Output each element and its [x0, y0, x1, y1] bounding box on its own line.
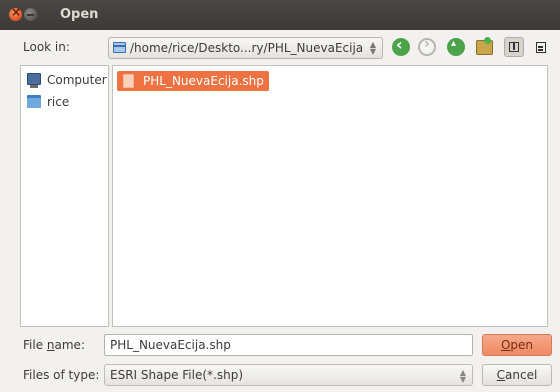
file-list[interactable]: PHL_NuevaEcija.shp [112, 65, 548, 327]
file-type-label: Files of type: [23, 368, 100, 382]
new-folder-icon[interactable] [476, 37, 493, 55]
minimize-icon[interactable] [24, 8, 37, 21]
sidebar-item-label: rice [47, 95, 70, 109]
file-icon [123, 74, 134, 88]
sidebar-item-computer[interactable]: Computer [25, 71, 107, 89]
up-icon[interactable] [447, 38, 465, 56]
home-folder-icon [27, 95, 41, 108]
back-icon[interactable] [392, 35, 410, 56]
places-sidebar: Computer rice [20, 65, 109, 327]
detail-view-icon [536, 42, 546, 53]
file-type-combo[interactable]: ESRI Shape File(*.shp) ▲ ▼ [104, 364, 473, 386]
sidebar-item-label: Computer [47, 73, 107, 87]
file-name-input[interactable] [104, 334, 473, 356]
title-bar[interactable]: Open [0, 0, 560, 30]
open-file-dialog: Open Look in: /home/rice/Deskto...ry/PHL… [0, 0, 560, 392]
combo-arrows-icon: ▲ ▼ [369, 40, 377, 56]
look-in-path: /home/rice/Deskto...ry/PHL_NuevaEcija [130, 41, 364, 55]
look-in-combo[interactable]: /home/rice/Deskto...ry/PHL_NuevaEcija ▲ ▼ [108, 37, 383, 59]
computer-icon [27, 73, 41, 88]
forward-icon[interactable] [418, 36, 436, 56]
list-view-button[interactable] [504, 37, 524, 57]
look-in-label: Look in: [23, 40, 70, 54]
file-name-label: File name: [23, 338, 85, 352]
file-type-value: ESRI Shape File(*.shp) [110, 368, 244, 382]
detail-view-button[interactable] [531, 37, 551, 57]
folder-icon [113, 42, 126, 53]
open-button[interactable]: Open [482, 334, 552, 356]
file-item-selected[interactable]: PHL_NuevaEcija.shp [117, 71, 269, 91]
cancel-button[interactable]: Cancel [482, 364, 552, 386]
window-title: Open [60, 7, 99, 22]
file-item-label: PHL_NuevaEcija.shp [143, 74, 264, 88]
close-icon[interactable] [9, 5, 22, 21]
list-view-icon [509, 42, 519, 52]
sidebar-item-rice[interactable]: rice [25, 93, 107, 111]
combo-arrows-icon: ▲ ▼ [459, 368, 466, 384]
